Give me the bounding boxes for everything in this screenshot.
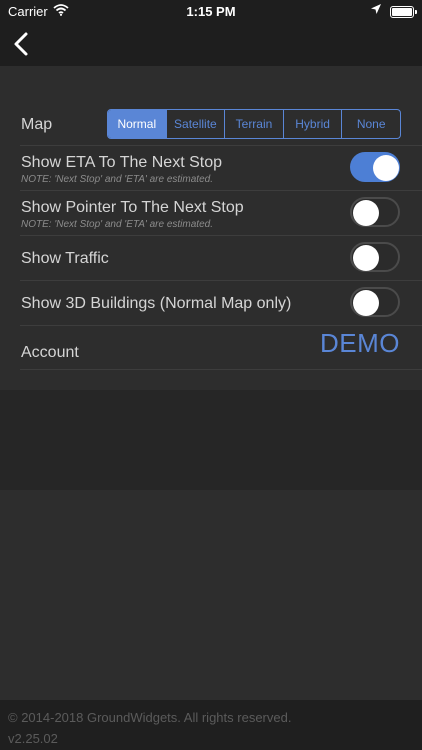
version-text: v2.25.02 — [8, 731, 58, 746]
nav-bar — [0, 24, 422, 66]
eta-label: Show ETA To The Next Stop — [21, 154, 222, 171]
account-row[interactable]: Account DEMO — [0, 326, 422, 370]
pointer-label: Show Pointer To The Next Stop — [21, 199, 244, 216]
pointer-row: Show Pointer To The Next Stop NOTE: 'Nex… — [0, 191, 422, 236]
eta-note: NOTE: 'Next Stop' and 'ETA' are estimate… — [21, 174, 213, 185]
traffic-row: Show Traffic — [0, 236, 422, 281]
eta-row: Show ETA To The Next Stop NOTE: 'Next St… — [0, 146, 422, 191]
location-arrow-icon — [370, 3, 382, 18]
pointer-toggle[interactable] — [350, 197, 400, 227]
status-time: 1:15 PM — [186, 4, 236, 19]
buildings-row: Show 3D Buildings (Normal Map only) — [0, 281, 422, 326]
status-bar: Carrier 1:15 PM — [0, 0, 422, 24]
divider — [20, 369, 422, 370]
chevron-left-icon[interactable] — [10, 28, 38, 60]
segment-hybrid[interactable]: Hybrid — [282, 110, 342, 138]
battery-icon — [390, 6, 417, 18]
pointer-note: NOTE: 'Next Stop' and 'ETA' are estimate… — [21, 219, 213, 230]
traffic-toggle[interactable] — [350, 242, 400, 272]
account-label: Account — [21, 344, 79, 361]
map-label: Map — [21, 116, 53, 133]
copyright-text: © 2014-2018 GroundWidgets. All rights re… — [8, 710, 292, 725]
empty-area — [0, 490, 422, 700]
traffic-label: Show Traffic — [21, 250, 109, 267]
footer: © 2014-2018 GroundWidgets. All rights re… — [0, 700, 422, 750]
map-row: Map Normal Satellite Terrain Hybrid None — [0, 101, 422, 146]
buildings-label: Show 3D Buildings (Normal Map only) — [21, 295, 292, 312]
account-value[interactable]: DEMO — [320, 328, 400, 359]
buildings-toggle[interactable] — [350, 287, 400, 317]
segment-normal[interactable]: Normal — [108, 110, 166, 138]
segment-none[interactable]: None — [341, 110, 400, 138]
segment-terrain[interactable]: Terrain — [224, 110, 283, 138]
empty-area — [0, 390, 422, 490]
settings-panel: Map Normal Satellite Terrain Hybrid None… — [0, 66, 422, 390]
map-type-segmented-control: Normal Satellite Terrain Hybrid None — [107, 109, 401, 139]
eta-toggle[interactable] — [350, 152, 400, 182]
segment-satellite[interactable]: Satellite — [165, 110, 225, 138]
